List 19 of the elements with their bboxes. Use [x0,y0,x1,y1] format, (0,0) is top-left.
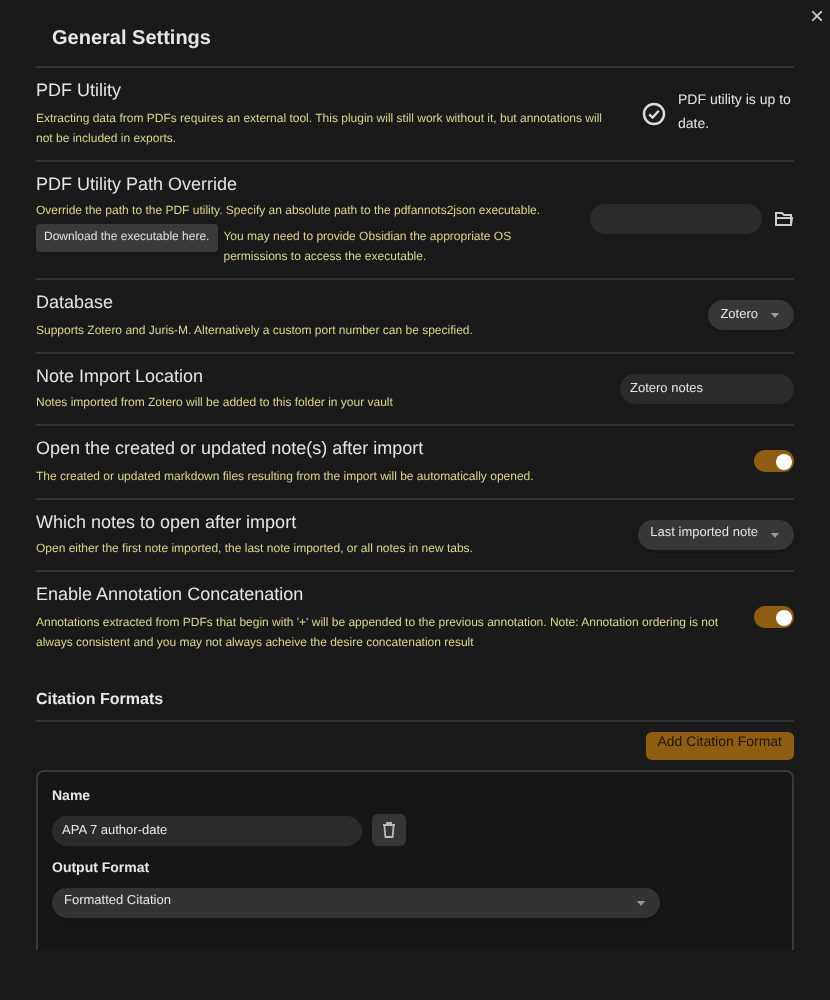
setting-title: PDF Utility Path Override [36,171,240,198]
setting-title: Which notes to open after import [36,509,299,536]
folder-icon[interactable] [774,210,794,229]
setting-title: Enable Annotation Concatenation [36,582,306,608]
setting-title: Open the created or updated note(s) after import [36,436,426,462]
trash-icon [382,822,396,838]
section-heading: Citation Formats [36,687,794,721]
check-circle-icon [642,101,666,126]
toggle-switch[interactable] [754,606,794,629]
close-button[interactable]: × [809,4,824,28]
setting-title: PDF Utility [36,78,123,104]
dropdown-arrow-icon [768,527,782,542]
toggle-switch[interactable] [754,450,794,473]
delete-button[interactable] [372,814,406,846]
dropdown-arrow-icon [634,895,648,909]
setting-title: Database [36,290,116,316]
dropdown-arrow-icon [768,308,782,323]
setting-title: Note Import Location [36,363,206,390]
section-heading: General Settings [36,24,794,68]
